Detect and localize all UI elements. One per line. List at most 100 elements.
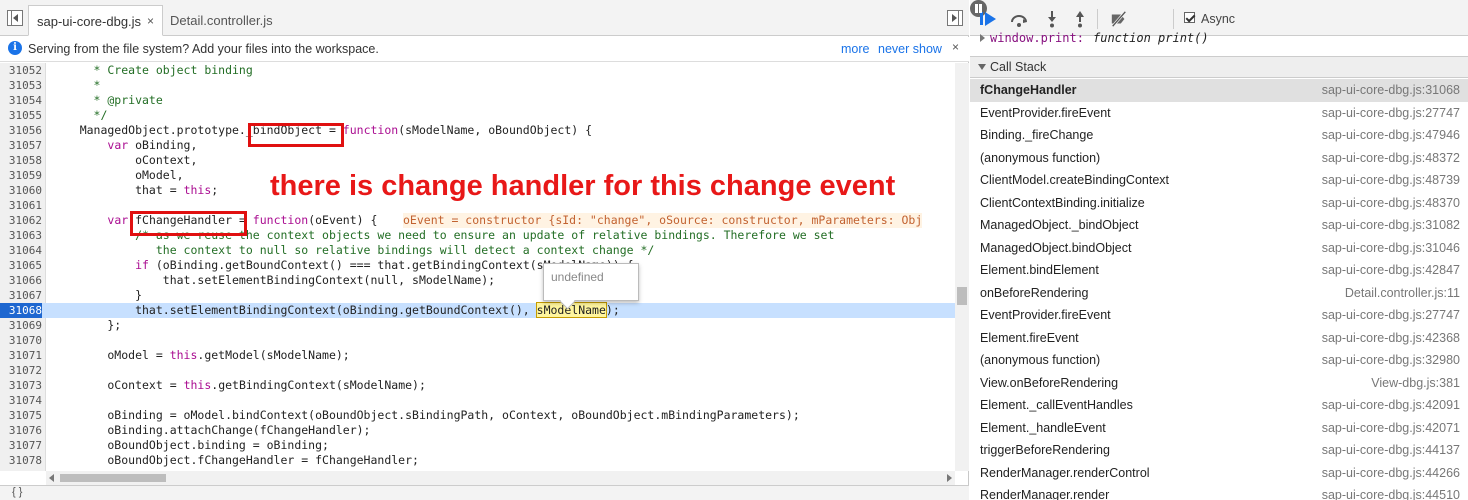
frame-location-link[interactable]: sap-ui-core-dbg.js:42847: [1322, 259, 1460, 282]
line-number[interactable]: 31070: [0, 333, 42, 348]
line-number[interactable]: 31055: [0, 108, 42, 123]
scroll-right-icon[interactable]: [947, 474, 952, 482]
code-line[interactable]: 31073 oContext = this.getBindingContext(…: [0, 378, 955, 393]
call-stack-frame[interactable]: Element.fireEvent sap-ui-core-dbg.js:4236…: [970, 327, 1468, 350]
frame-location-link[interactable]: sap-ui-core-dbg.js:48370: [1322, 192, 1460, 215]
line-number[interactable]: 31074: [0, 393, 42, 408]
code-line[interactable]: 31057 var oBinding,: [0, 138, 955, 153]
line-number[interactable]: 31078: [0, 453, 42, 468]
line-number[interactable]: 31075: [0, 408, 42, 423]
frame-location-link[interactable]: sap-ui-core-dbg.js:48739: [1322, 169, 1460, 192]
frame-location-link[interactable]: sap-ui-core-dbg.js:32980: [1322, 349, 1460, 372]
call-stack-frame[interactable]: Element.bindElement sap-ui-core-dbg.js:42…: [970, 259, 1468, 282]
line-number[interactable]: 31062: [0, 213, 42, 228]
call-stack-frame[interactable]: ClientModel.createBindingContext sap-ui-c…: [970, 169, 1468, 192]
vertical-scroll-thumb[interactable]: [957, 287, 967, 305]
call-stack-frame[interactable]: ManagedObject.bindObject sap-ui-core-dbg.…: [970, 237, 1468, 260]
async-checkbox[interactable]: [1184, 12, 1195, 23]
code-line[interactable]: 31070: [0, 333, 955, 348]
line-number[interactable]: 31079: [0, 468, 42, 471]
deactivate-breakpoints-icon[interactable]: [1110, 10, 1128, 28]
line-number[interactable]: 31072: [0, 363, 42, 378]
code-line[interactable]: 31054 * @private: [0, 93, 955, 108]
frame-location-link[interactable]: sap-ui-core-dbg.js:42368: [1322, 327, 1460, 350]
collapse-triangle-icon[interactable]: [978, 64, 986, 70]
code-line[interactable]: 31074: [0, 393, 955, 408]
code-line[interactable]: 31076 oBinding.attachChange(fChangeHandl…: [0, 423, 955, 438]
line-number[interactable]: 31056: [0, 123, 42, 138]
code-line[interactable]: 31056 ManagedObject.prototype._bindObjec…: [0, 123, 955, 138]
code-line[interactable]: 31064 the context to null so relative bi…: [0, 243, 955, 258]
frame-location-link[interactable]: sap-ui-core-dbg.js:27747: [1322, 304, 1460, 327]
step-into-icon[interactable]: [1043, 10, 1061, 28]
line-number[interactable]: 31066: [0, 273, 42, 288]
step-out-icon[interactable]: [1071, 10, 1089, 28]
tab-close-icon[interactable]: ×: [147, 14, 154, 28]
code-line[interactable]: 31072: [0, 363, 955, 378]
step-over-icon[interactable]: [1010, 10, 1028, 28]
code-line[interactable]: 31052 * Create object binding: [0, 63, 955, 78]
frame-location-link[interactable]: sap-ui-core-dbg.js:31068: [1322, 79, 1460, 102]
line-number[interactable]: 31061: [0, 198, 42, 213]
line-number[interactable]: 31060: [0, 183, 42, 198]
line-number[interactable]: 31057: [0, 138, 42, 153]
line-number[interactable]: 31063: [0, 228, 42, 243]
call-stack-frame[interactable]: EventProvider.fireEvent sap-ui-core-dbg.j…: [970, 102, 1468, 125]
tab-detail-controller[interactable]: Detail.controller.js: [162, 5, 281, 36]
call-stack-frame[interactable]: fChangeHandler sap-ui-core-dbg.js:31068: [970, 79, 1468, 102]
frame-location-link[interactable]: sap-ui-core-dbg.js:42071: [1322, 417, 1460, 440]
never-show-link[interactable]: never show: [878, 42, 942, 56]
frame-location-link[interactable]: sap-ui-core-dbg.js:44510: [1322, 484, 1460, 500]
frame-location-link[interactable]: View-dbg.js:381: [1371, 372, 1460, 395]
line-number[interactable]: 31059: [0, 168, 42, 183]
call-stack-frame[interactable]: View.onBeforeRendering View-dbg.js:381: [970, 372, 1468, 395]
vertical-scrollbar[interactable]: [955, 63, 969, 471]
line-number[interactable]: 31068: [0, 303, 42, 318]
expand-triangle-icon[interactable]: [980, 34, 985, 42]
code-line[interactable]: 31055 */: [0, 108, 955, 123]
code-editor[interactable]: 31052 * Create object binding 31053 * 3105…: [0, 63, 955, 471]
frame-location-link[interactable]: sap-ui-core-dbg.js:42091: [1322, 394, 1460, 417]
call-stack-frame[interactable]: EventProvider.fireEvent sap-ui-core-dbg.j…: [970, 304, 1468, 327]
toggle-debugger-icon[interactable]: [947, 10, 963, 26]
call-stack-frame[interactable]: Element._handleEvent sap-ui-core-dbg.js:4…: [970, 417, 1468, 440]
code-line[interactable]: 31069 };: [0, 318, 955, 333]
line-number[interactable]: 31071: [0, 348, 42, 363]
pretty-print-icon[interactable]: { }: [12, 486, 22, 498]
line-number[interactable]: 31054: [0, 93, 42, 108]
line-number[interactable]: 31053: [0, 78, 42, 93]
call-stack-frame[interactable]: (anonymous function) sap-ui-core-dbg.js:4…: [970, 147, 1468, 170]
frame-location-link[interactable]: sap-ui-core-dbg.js:44137: [1322, 439, 1460, 462]
frame-location-link[interactable]: sap-ui-core-dbg.js:27747: [1322, 102, 1460, 125]
toggle-navigator-icon[interactable]: [7, 10, 23, 26]
frame-location-link[interactable]: sap-ui-core-dbg.js:47946: [1322, 124, 1460, 147]
call-stack-frame[interactable]: onBeforeRendering Detail.controller.js:11: [970, 282, 1468, 305]
frame-location-link[interactable]: sap-ui-core-dbg.js:31046: [1322, 237, 1460, 260]
call-stack-frame[interactable]: RenderManager.render sap-ui-core-dbg.js:4…: [970, 484, 1468, 500]
horizontal-scroll-thumb[interactable]: [60, 474, 166, 482]
code-line[interactable]: 31065 if (oBinding.getBoundContext() ===…: [0, 258, 955, 273]
frame-location-link[interactable]: Detail.controller.js:11: [1345, 282, 1460, 305]
line-number[interactable]: 31065: [0, 258, 42, 273]
code-line[interactable]: 31068 that.setElementBindingContext(oBin…: [0, 302, 955, 318]
line-number[interactable]: 31052: [0, 63, 42, 78]
line-number[interactable]: 31077: [0, 438, 42, 453]
code-line[interactable]: 31075 oBinding = oModel.bindContext(oBou…: [0, 408, 955, 423]
watch-expression-row[interactable]: window.print: function print(): [970, 31, 1468, 51]
code-line[interactable]: 31067 }: [0, 288, 955, 303]
code-line[interactable]: 31053 *: [0, 78, 955, 93]
call-stack-header[interactable]: Call Stack: [970, 56, 1468, 78]
call-stack-frame[interactable]: Binding._fireChange sap-ui-core-dbg.js:47…: [970, 124, 1468, 147]
call-stack-frame[interactable]: Element._callEventHandles sap-ui-core-dbg…: [970, 394, 1468, 417]
code-line[interactable]: 31071 oModel = this.getModel(sModelName)…: [0, 348, 955, 363]
scroll-left-icon[interactable]: [49, 474, 54, 482]
call-stack-frame[interactable]: RenderManager.renderControl sap-ui-core-d…: [970, 462, 1468, 485]
call-stack-frame[interactable]: ClientContextBinding.initialize sap-ui-co…: [970, 192, 1468, 215]
code-line[interactable]: 31078 oBoundObject.fChangeHandler = fCha…: [0, 453, 955, 468]
infobar-close-icon[interactable]: ×: [952, 40, 959, 54]
code-line[interactable]: 31077 oBoundObject.binding = oBinding;: [0, 438, 955, 453]
line-number[interactable]: 31069: [0, 318, 42, 333]
horizontal-scrollbar[interactable]: [46, 471, 955, 485]
line-number[interactable]: 31073: [0, 378, 42, 393]
frame-location-link[interactable]: sap-ui-core-dbg.js:48372: [1322, 147, 1460, 170]
